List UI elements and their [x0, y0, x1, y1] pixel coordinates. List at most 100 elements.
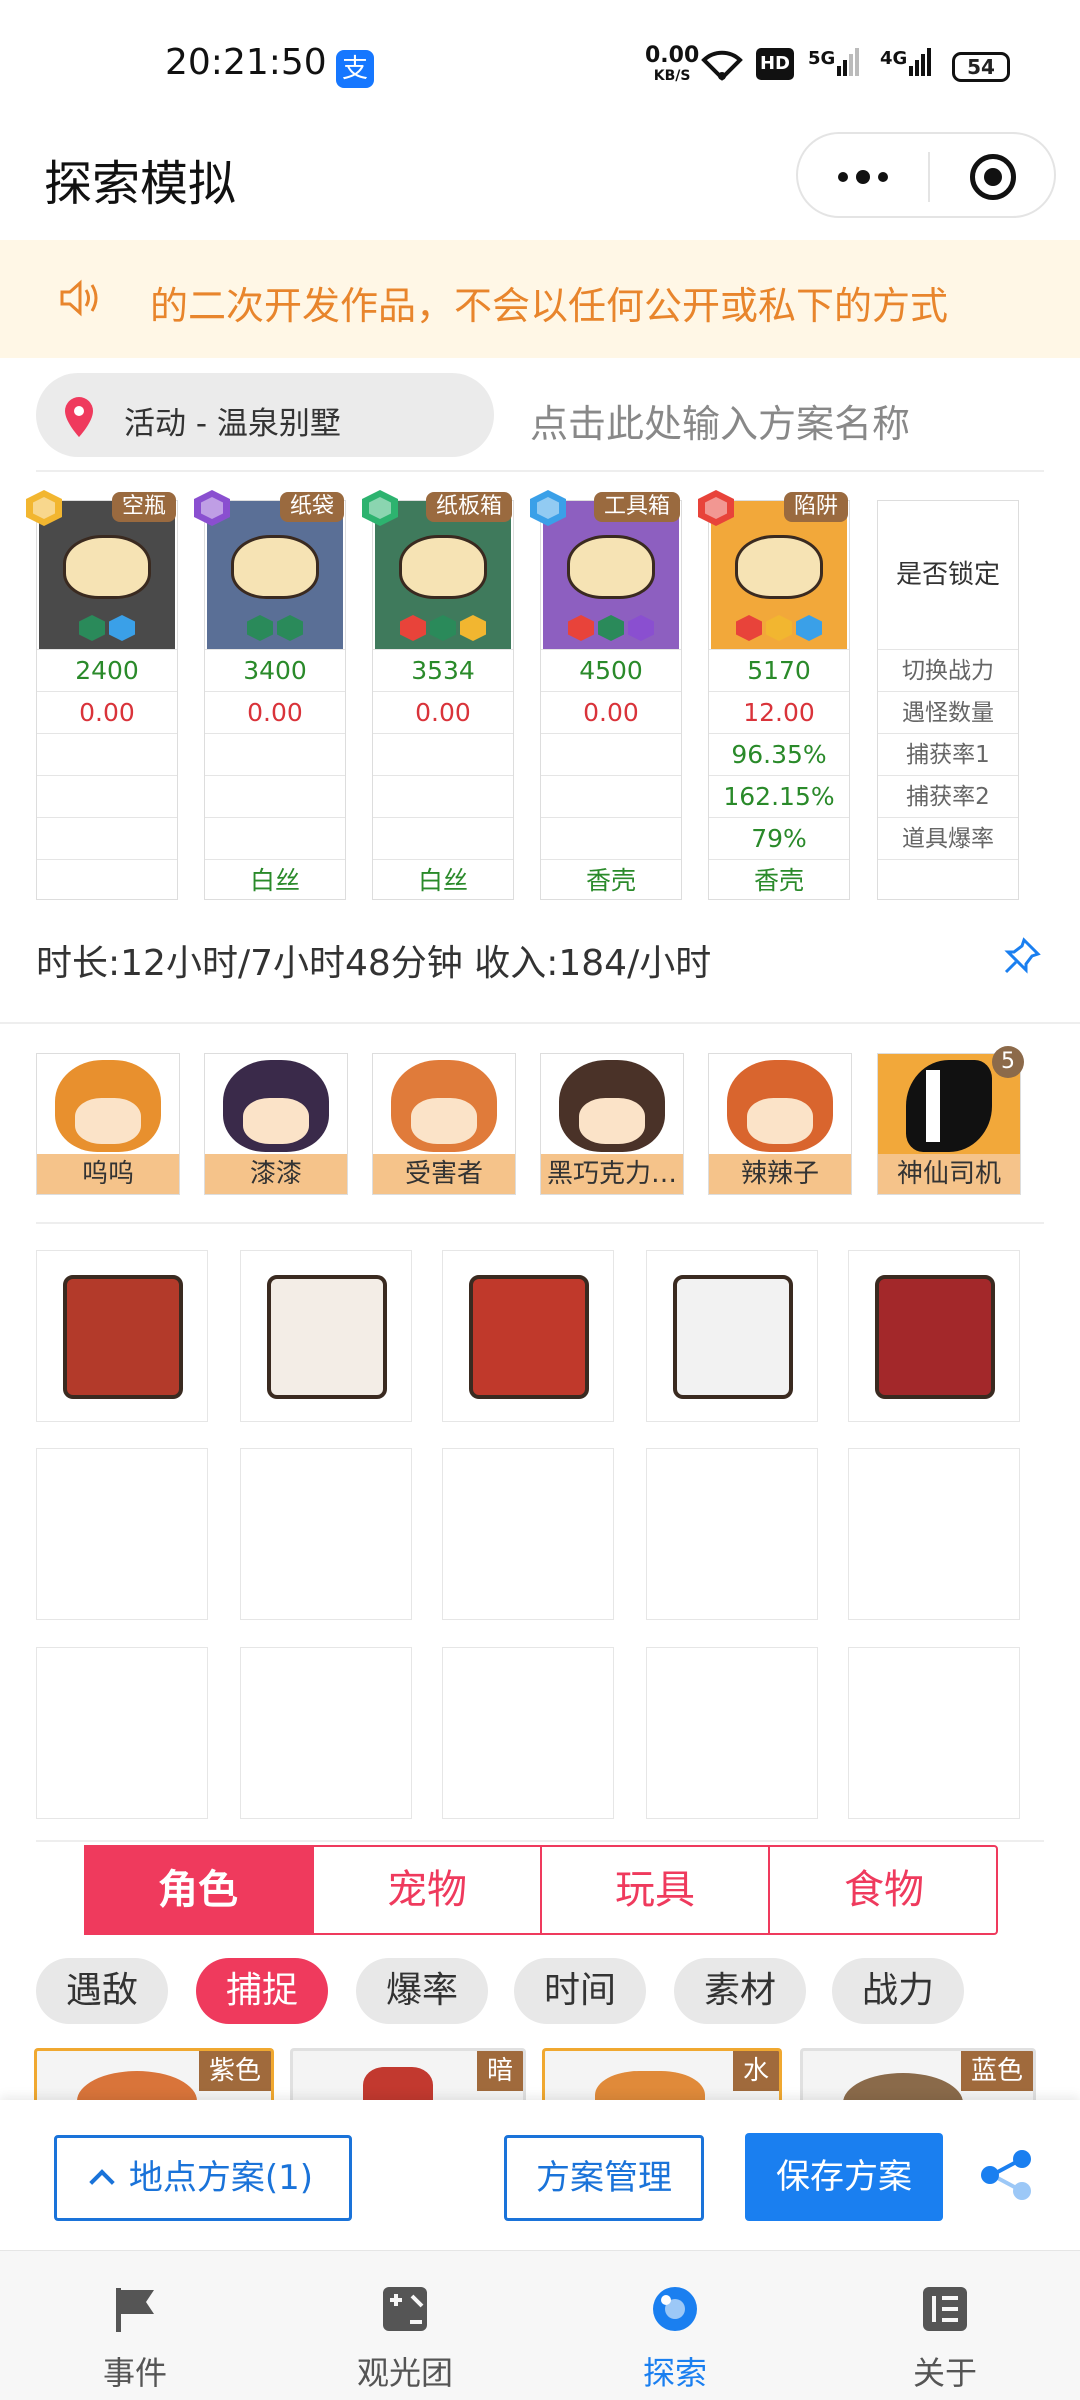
candidate-card[interactable]: 暗: [290, 2048, 526, 2108]
toy-stat-catch1: [37, 733, 177, 775]
toy-tag: 工具箱: [593, 492, 680, 522]
character-avatar: [391, 1060, 497, 1152]
plan-manage-button[interactable]: 方案管理: [504, 2135, 704, 2221]
gem-icon: [79, 615, 105, 641]
signal-4g-icon: 4G: [880, 48, 932, 84]
toy-column[interactable]: 3400 0.00 白丝: [204, 500, 346, 900]
share-icon[interactable]: [978, 2148, 1034, 2202]
pin-icon[interactable]: [1002, 936, 1042, 976]
plan-name-input[interactable]: 点击此处输入方案名称: [530, 393, 910, 448]
filter-time[interactable]: 时间: [514, 1958, 646, 2024]
tab-food[interactable]: 食物: [768, 1845, 998, 1935]
item-slot-empty[interactable]: [36, 1647, 208, 1819]
item-slot-empty[interactable]: [848, 1647, 1020, 1819]
character-card[interactable]: 受害者: [372, 1053, 516, 1195]
nav-about[interactable]: 关于: [845, 2250, 1045, 2400]
toy-tag: 纸板箱: [425, 492, 512, 522]
nav-label: 事件: [102, 2354, 167, 2392]
filter-capture[interactable]: 捕捉: [196, 1958, 328, 2024]
calculator-icon: [383, 2287, 427, 2331]
toy-stat-power: 2400: [37, 649, 177, 691]
tab-pets[interactable]: 宠物: [312, 1845, 540, 1935]
toy-stat-encounter: 12.00: [709, 691, 849, 733]
candidate-card[interactable]: 紫色: [34, 2048, 274, 2108]
wifi-icon: [701, 50, 743, 81]
toy-stat-encounter: 0.00: [37, 691, 177, 733]
toy-stat-catch1: [541, 733, 681, 775]
lock-row-label: 捕获率1: [878, 733, 1018, 775]
card-tag: 蓝色: [960, 2051, 1033, 2091]
nav-events[interactable]: 事件: [35, 2250, 235, 2400]
card-tag: 水: [732, 2051, 779, 2091]
item-slot-empty[interactable]: [442, 1647, 614, 1819]
item-slot-empty[interactable]: [36, 1448, 208, 1620]
location-plan-label: 地点方案(1): [128, 2158, 314, 2198]
card-tag: 紫色: [198, 2051, 271, 2091]
filter-encounter[interactable]: 遇敌: [36, 1958, 168, 2024]
lock-header[interactable]: 是否锁定: [878, 501, 1018, 649]
toy-column[interactable]: 4500 0.00 香壳: [540, 500, 682, 900]
toy-stat-power: 5170: [709, 649, 849, 691]
toy-stat-encounter: 0.00: [373, 691, 513, 733]
battery-icon: 54: [952, 52, 1010, 82]
character-card[interactable]: 辣辣子: [708, 1053, 852, 1195]
lock-column: 是否锁定 切换战力 遇怪数量 捕获率1 捕获率2 道具爆率: [877, 500, 1019, 900]
item-slot-empty[interactable]: [646, 1448, 818, 1620]
item-slot-filled[interactable]: [240, 1250, 412, 1422]
item-slot-empty[interactable]: [240, 1647, 412, 1819]
location-plan-button[interactable]: 地点方案(1): [54, 2135, 352, 2221]
gem-icon: [628, 615, 654, 641]
gem-icon: [109, 615, 135, 641]
gem-icon: [568, 615, 594, 641]
item-slot-filled[interactable]: [848, 1250, 1020, 1422]
character-avatar: [727, 1060, 833, 1152]
item-slot-empty[interactable]: [646, 1647, 818, 1819]
lock-row-label: 遇怪数量: [878, 691, 1018, 733]
toy-stat-catch2: [541, 775, 681, 817]
divider: [36, 470, 1044, 472]
alipay-icon: 支: [336, 50, 374, 88]
divider: [0, 1022, 1080, 1024]
nav-label: 观光团: [356, 2354, 453, 2392]
item-slot-filled[interactable]: [442, 1250, 614, 1422]
filter-power[interactable]: 战力: [832, 1958, 964, 2024]
toy-stat-bonus: 香壳: [709, 859, 849, 901]
toy-column[interactable]: 3534 0.00 白丝: [372, 500, 514, 900]
signal-4g-label: 4G: [880, 48, 908, 69]
toy-stat-power: 4500: [541, 649, 681, 691]
filter-drop-rate[interactable]: 爆率: [356, 1958, 488, 2024]
candidate-card[interactable]: 水: [542, 2048, 782, 2108]
toy-stat-drop: [37, 817, 177, 859]
item-image: [469, 1275, 589, 1399]
character-name: 受害者: [373, 1154, 515, 1194]
tab-characters[interactable]: 角色: [84, 1845, 312, 1935]
item-slot-filled[interactable]: [646, 1250, 818, 1422]
nav-explore[interactable]: 探索: [575, 2250, 775, 2400]
lock-row-empty: [878, 859, 1018, 901]
net-speed: 0.00 KB/S: [645, 45, 699, 86]
character-avatar: [906, 1060, 992, 1152]
filter-material[interactable]: 素材: [674, 1958, 806, 2024]
toy-column[interactable]: 2400 0.00: [36, 500, 178, 900]
character-card[interactable]: 呜呜: [36, 1053, 180, 1195]
character-card[interactable]: 漆漆: [204, 1053, 348, 1195]
item-slot-empty[interactable]: [240, 1448, 412, 1620]
tab-toys[interactable]: 玩具: [540, 1845, 768, 1935]
save-plan-button[interactable]: 保存方案: [745, 2133, 943, 2221]
signal-5g-icon: 5G: [808, 48, 860, 84]
item-slot-filled[interactable]: [36, 1250, 208, 1422]
candidate-card[interactable]: 蓝色: [800, 2048, 1036, 2108]
item-slot-empty[interactable]: [442, 1448, 614, 1620]
item-slot-empty[interactable]: [848, 1448, 1020, 1620]
close-target-icon[interactable]: [970, 154, 1016, 200]
more-icon[interactable]: [828, 159, 898, 195]
toy-tag: 陷阱: [783, 492, 848, 522]
character-avatar: [559, 1060, 665, 1152]
toy-column[interactable]: 5170 12.00 96.35% 162.15% 79% 香壳: [708, 500, 850, 900]
page-title: 探索模拟: [44, 156, 237, 212]
nav-tour-group[interactable]: 观光团: [305, 2250, 505, 2400]
character-card[interactable]: 黑巧克力…: [540, 1053, 684, 1195]
item-image: [673, 1275, 793, 1399]
lock-row-label: 捕获率2: [878, 775, 1018, 817]
location-label: 活动 - 温泉别墅: [124, 406, 341, 442]
